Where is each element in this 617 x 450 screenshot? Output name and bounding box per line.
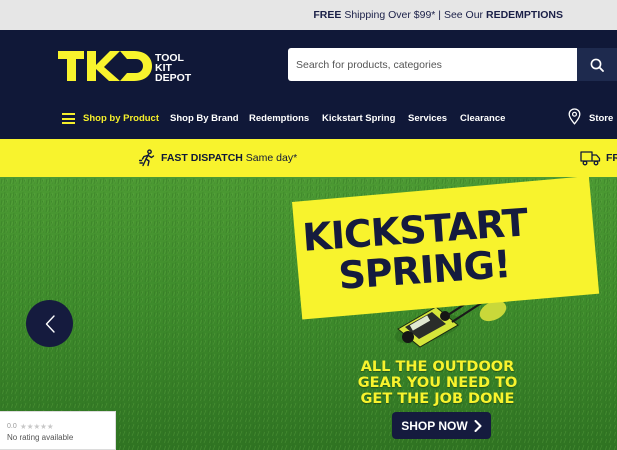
hamburger-icon[interactable] <box>62 113 75 124</box>
search-icon <box>590 58 604 72</box>
search-bar <box>288 48 617 81</box>
nav-shop-by-brand[interactable]: Shop By Brand <box>170 113 239 124</box>
nav-kickstart-spring[interactable]: Kickstart Spring <box>322 113 395 124</box>
nav-store[interactable]: Store <box>589 113 613 124</box>
rating-status-text: No rating available <box>7 433 74 442</box>
delivery-truck-icon <box>580 151 601 166</box>
nav-redemptions[interactable]: Redemptions <box>249 113 309 124</box>
fast-dispatch-text: FAST DISPATCH Same day* <box>161 152 297 164</box>
nav-services[interactable]: Services <box>408 113 447 124</box>
redemptions-link[interactable]: REDEMPTIONS <box>486 9 563 21</box>
hero-subtitle: ALL THE OUTDOOR GEAR YOU NEED TO GET THE… <box>300 359 575 407</box>
location-pin-icon[interactable] <box>568 108 581 125</box>
free-label: FREE <box>313 9 342 21</box>
fast-dispatch-detail: Same day* <box>245 152 298 164</box>
announcement-bar: FREE Shipping Over $99* | See Our REDEMP… <box>0 0 617 30</box>
rating-widget[interactable]: 0.0 ★★★★★ No rating available <box>0 411 116 450</box>
hero-subtitle-line1: ALL THE OUTDOOR <box>360 359 515 375</box>
search-input[interactable] <box>288 48 577 81</box>
shop-now-button[interactable]: SHOP NOW <box>392 412 491 439</box>
hero-subtitle-line2: GEAR YOU NEED TO <box>357 375 518 391</box>
logo-line-depot: DEPOT <box>155 72 192 83</box>
site-header: TOOL KIT DEPOT <box>0 30 617 98</box>
free-shipping-label: FR <box>606 152 617 164</box>
running-worker-icon <box>139 149 155 167</box>
shipping-announcement: FREE Shipping Over $99* | See Our REDEMP… <box>313 9 563 21</box>
carousel-prev-button[interactable] <box>26 300 73 347</box>
promo-strip: FAST DISPATCH Same day* FR <box>0 139 617 177</box>
shipping-text: Shipping Over $99* | See Our <box>344 9 484 21</box>
chevron-right-icon <box>474 419 482 432</box>
rating-stars-icon: ★★★★★ <box>20 422 54 431</box>
tkd-logo[interactable]: TOOL KIT DEPOT <box>58 49 208 83</box>
shop-now-label: SHOP NOW <box>401 418 468 433</box>
fast-dispatch-label: FAST DISPATCH <box>161 152 243 164</box>
nav-shop-by-product[interactable]: Shop by Product <box>83 113 159 124</box>
nav-clearance[interactable]: Clearance <box>460 113 505 124</box>
chevron-left-icon <box>45 314 55 333</box>
main-nav: Shop by Product Shop By Brand Redemption… <box>0 98 617 139</box>
hero-subtitle-line3: GET THE JOB DONE <box>360 391 515 407</box>
search-button[interactable] <box>577 48 617 81</box>
rating-score: 0.0 <box>7 423 17 430</box>
